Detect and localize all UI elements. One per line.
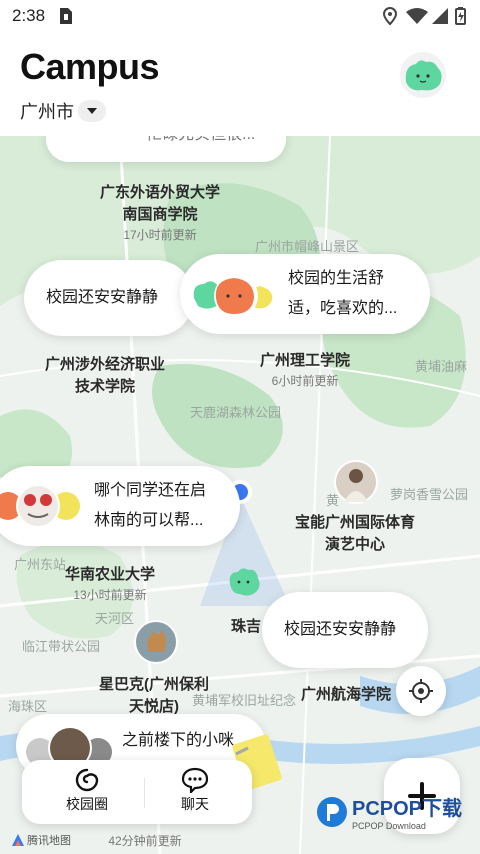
post-text: 校园还安安静静: [284, 621, 397, 638]
area-label-haizhu: 海珠区: [8, 699, 48, 714]
watermark: PCPOP下载 PCPOP Download: [316, 792, 462, 831]
school-name-line2: 南国商学院: [122, 206, 198, 223]
school-name-line1: 星巴克(广州保利: [99, 676, 209, 693]
nav-campus-label: 校园圈: [66, 796, 108, 812]
post-text-line2: 林南的可以帮...: [94, 512, 204, 529]
school-name-line1: 广州理工学院: [259, 352, 350, 369]
person-photo-icon: [344, 469, 368, 502]
user-avatar[interactable]: [400, 52, 446, 98]
signal-icon: [432, 8, 448, 24]
post-bubble-peace-1[interactable]: 校园还安安静静: [24, 260, 194, 336]
app-title: Campus: [20, 46, 160, 87]
school-marker-gzist[interactable]: 广州涉外经济职业 技术学院: [30, 354, 180, 398]
city-label: 广州市: [20, 102, 74, 122]
map-view[interactable]: 广州市帽峰山景区 黄埔油麻 天鹿湖森林公园 萝岗香雪公园 黄 广州东站 天河区 …: [0, 136, 480, 854]
post-text-line2: 适，吃喜欢的...: [288, 300, 398, 317]
area-label-tianlu: 天鹿湖森林公园: [190, 405, 282, 420]
avatar-group: [193, 274, 273, 318]
updated-time: 17小时前更新: [123, 228, 197, 242]
bottom-nav: 校园圈 聊天: [22, 760, 252, 824]
crosshair-icon: [409, 679, 433, 703]
post-text-line1: 校园的生活舒: [288, 270, 385, 287]
nav-chat-label: 聊天: [181, 796, 209, 812]
post-text-line1: 哪个同学还在启: [94, 482, 207, 499]
school-marker-starbucks[interactable]: 星巴克(广州保利 天悦店): [84, 674, 224, 718]
updated-time: 6小时前更新: [271, 374, 339, 388]
area-label-tianhe: 天河区: [95, 611, 135, 626]
chevron-down-icon[interactable]: [78, 100, 106, 122]
school-name-line2: 技术学院: [74, 378, 135, 395]
status-bar: 2:38: [0, 0, 480, 32]
post-text: 之前楼下的小咪: [122, 732, 235, 749]
post-bubble-top[interactable]: 忙碌充实但很...: [46, 136, 286, 162]
school-marker-zhuji[interactable]: 珠吉: [226, 616, 266, 638]
area-label-luogang: 萝岗香雪公园: [390, 487, 469, 502]
avatar-icon: [405, 60, 442, 91]
attribution-text: 腾讯地图: [27, 835, 71, 847]
battery-icon: [455, 7, 466, 25]
school-name-line1: 华南农业大学: [64, 566, 155, 583]
school-marker-bottom[interactable]: 42分钟前更新: [90, 832, 200, 849]
school-name-line1: 广州航海学院: [300, 686, 391, 703]
blob-avatar-icon: [229, 568, 260, 596]
post-text: 校园还安安静静: [46, 289, 159, 306]
school-marker-gzmu[interactable]: 广州航海学院: [286, 684, 406, 706]
school-name-line1: 广东外语外贸大学: [99, 184, 220, 201]
status-icons: [382, 6, 466, 26]
watermark-text: PCPOP下载: [352, 798, 463, 820]
map-attribution: 腾讯地图: [12, 832, 71, 848]
school-marker-gdufs[interactable]: 广东外语外贸大学 南国商学院 17小时前更新: [80, 182, 240, 243]
post-bubble-peace-2[interactable]: 校园还安安静静: [262, 592, 428, 668]
school-marker-baoneng[interactable]: 宝能广州国际体育 演艺中心: [280, 512, 430, 556]
header: Campus 广州市: [0, 32, 480, 136]
post-bubble-life[interactable]: 校园的生活舒 适，吃喜欢的...: [180, 254, 430, 334]
cat-photo-thumb[interactable]: [134, 620, 178, 664]
area-label-huangpu: 黄埔油麻: [415, 359, 468, 374]
chat-bubble-icon: [181, 767, 209, 793]
school-name-line1: 珠吉: [230, 618, 261, 635]
school-marker-gzit[interactable]: 广州理工学院 6小时前更新: [240, 350, 370, 389]
avatar-group: [0, 484, 80, 528]
user-photo-thumb[interactable]: [334, 460, 378, 504]
school-name-line1: 宝能广州国际体育: [294, 514, 415, 531]
locate-button[interactable]: [396, 666, 446, 716]
post-bubble-classmate[interactable]: 哪个同学还在启 林南的可以帮...: [0, 466, 240, 546]
nav-campus-circle[interactable]: 校园圈: [32, 766, 142, 822]
location-icon: [382, 6, 398, 26]
updated-time: 13小时前更新: [73, 588, 147, 602]
city-selector[interactable]: 广州市: [20, 98, 106, 124]
cat-photo-icon: [147, 630, 166, 652]
pcpop-logo-icon: [317, 796, 347, 827]
school-marker-scau[interactable]: 华南农业大学 13小时前更新: [50, 564, 170, 603]
post-text: 忙碌充实但很...: [146, 136, 255, 150]
sim-card-icon: [60, 8, 72, 24]
wifi-icon: [406, 8, 428, 24]
area-label-linjiang: 临江带状公园: [22, 639, 101, 654]
nav-chat[interactable]: 聊天: [140, 766, 250, 822]
avatar-marker[interactable]: [226, 564, 262, 604]
watermark-subtext: PCPOP Download: [352, 821, 426, 831]
school-name-line1: 广州涉外经济职业: [44, 356, 165, 373]
updated-time: 42分钟前更新: [108, 834, 182, 848]
school-name-line2: 演艺中心: [324, 536, 385, 553]
area-label-baiyunshan: 广州市帽峰山景区: [255, 239, 360, 254]
campus-circle-icon: [75, 768, 99, 792]
status-time: 2:38: [12, 6, 46, 25]
tencent-map-logo-icon: [12, 834, 24, 846]
